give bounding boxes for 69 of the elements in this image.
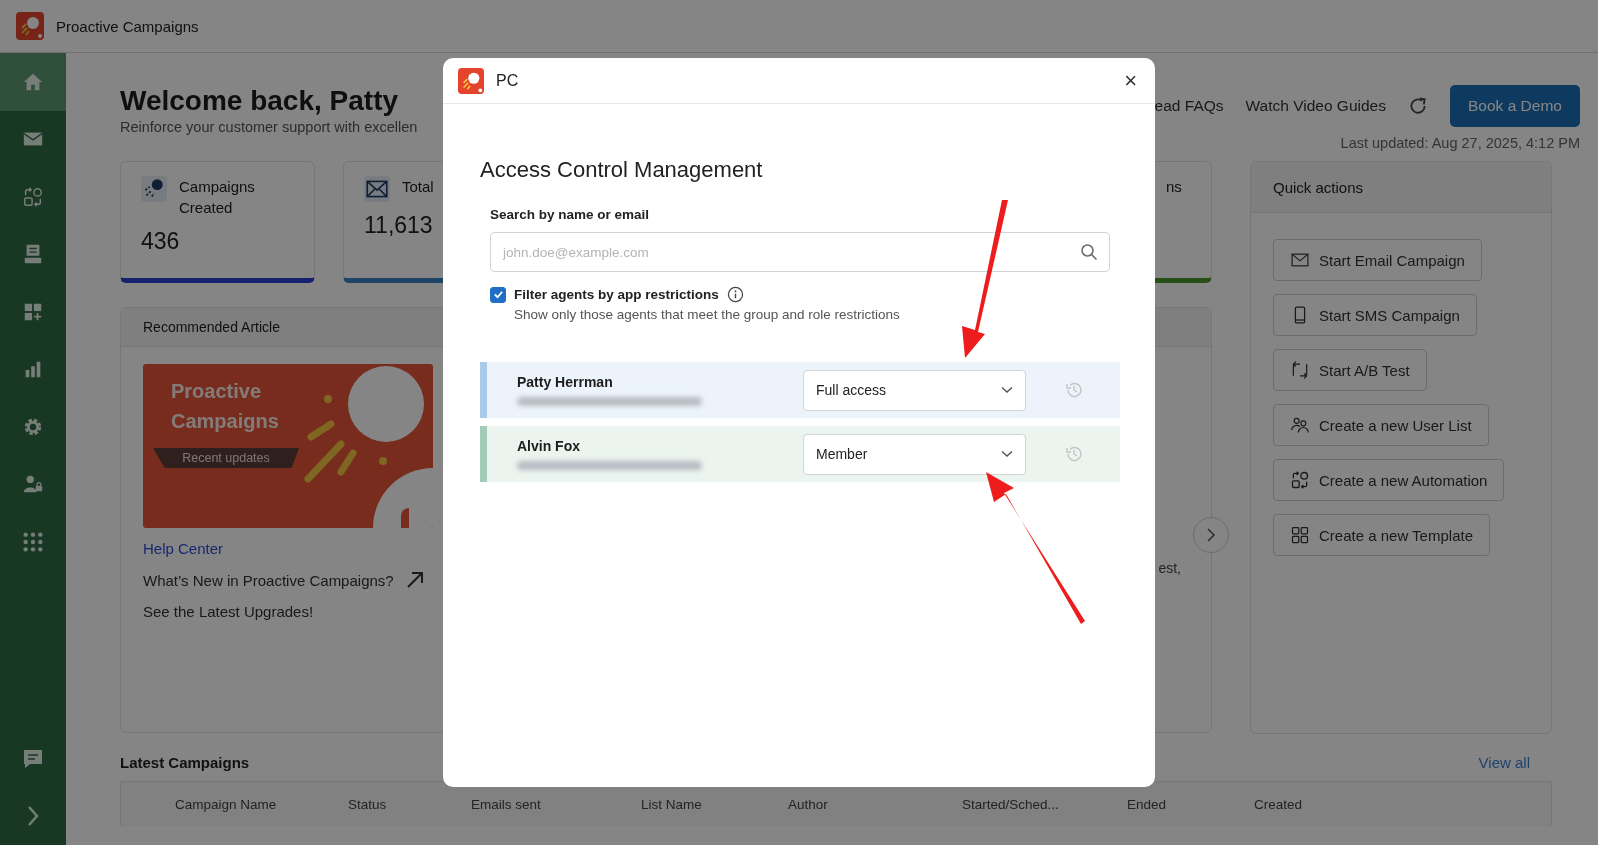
external-link-icon bbox=[405, 571, 424, 589]
panel-title: Recommended Article bbox=[143, 319, 280, 335]
page-title: Welcome back, Patty bbox=[120, 85, 400, 117]
grid-icon bbox=[1290, 525, 1310, 545]
banner-title: Proactive Campaigns bbox=[171, 379, 280, 434]
article-banner[interactable]: Proactive Campaigns Recent updates bbox=[143, 364, 433, 528]
filter-checkbox[interactable] bbox=[490, 286, 506, 303]
column-header: Created bbox=[1254, 796, 1304, 812]
header-link[interactable]: ead FAQs bbox=[1154, 97, 1224, 115]
header-link[interactable]: Watch Video Guides bbox=[1245, 97, 1386, 115]
comet-icon bbox=[141, 176, 167, 202]
filter-hint: Show only those agents that meet the group and role restrictions bbox=[514, 307, 901, 322]
chevron-down-icon bbox=[1001, 450, 1013, 458]
quick-action-button[interactable]: Start SMS Campaign bbox=[1273, 294, 1477, 336]
checkmark-icon bbox=[492, 289, 504, 300]
panel-title: Quick actions bbox=[1273, 178, 1364, 196]
stat-label: Total bbox=[402, 177, 434, 197]
column-header: Started/Sched... bbox=[962, 796, 1060, 812]
quick-action-button[interactable]: Create a new Automation bbox=[1273, 459, 1505, 501]
filter-label: Filter agents by app restrictions bbox=[514, 287, 719, 302]
app-logo-icon bbox=[16, 12, 44, 40]
column-header: Author bbox=[788, 796, 829, 812]
role-select[interactable]: Full access bbox=[803, 369, 1026, 411]
sidebar-item[interactable] bbox=[0, 53, 66, 111]
apps-icon bbox=[22, 530, 44, 553]
users-icon bbox=[1290, 415, 1310, 435]
quick-action-button[interactable]: Start A/B Test bbox=[1273, 349, 1427, 391]
view-all-link[interactable]: View all bbox=[1478, 754, 1530, 771]
app-title: Proactive Campaigns bbox=[56, 17, 199, 35]
chevron-icon bbox=[1205, 528, 1217, 542]
column-header: Emails sent bbox=[471, 796, 542, 812]
search-icon bbox=[1080, 243, 1098, 261]
close-button[interactable]: × bbox=[1120, 69, 1141, 92]
article-text: est, bbox=[1158, 560, 1181, 576]
dialog-heading: Access Control Management bbox=[480, 157, 764, 183]
envelope-icon bbox=[364, 176, 390, 202]
role-select[interactable]: Member bbox=[803, 433, 1026, 475]
stat-label: Campaigns Created bbox=[179, 177, 256, 218]
column-header: Campaign Name bbox=[175, 796, 278, 812]
stack-icon bbox=[22, 243, 44, 266]
agent-name: Alvin Fox bbox=[517, 438, 581, 454]
quick-action-button[interactable]: Create a new User List bbox=[1273, 404, 1489, 446]
stat-label: ns bbox=[1166, 177, 1182, 197]
article-link[interactable]: What’s New in Proactive Campaigns? bbox=[143, 571, 394, 589]
search-label: Search by name or email bbox=[490, 207, 651, 222]
book-demo-button[interactable]: Book a Demo bbox=[1450, 85, 1580, 127]
app-logo-icon bbox=[458, 67, 484, 94]
stat-value: 11,613 bbox=[364, 212, 433, 239]
section-title: Latest Campaigns bbox=[120, 754, 250, 771]
refresh-icon[interactable] bbox=[1408, 96, 1428, 116]
quick-action-button[interactable]: Create a new Template bbox=[1273, 514, 1490, 556]
search-field[interactable]: john.doe@example.com bbox=[490, 232, 1110, 272]
agent-name: Patty Herrman bbox=[517, 374, 614, 390]
column-header: Status bbox=[348, 796, 388, 812]
banner-tag: Recent updates bbox=[153, 448, 299, 468]
stat-value: 436 bbox=[141, 228, 180, 255]
chevron-down-icon bbox=[1001, 386, 1013, 394]
page-subtitle: Reinforce your customer support with excellen bbox=[120, 119, 418, 135]
last-updated: Last updated: Aug 27, 2025, 4:12 PM bbox=[1340, 135, 1580, 151]
automation-icon bbox=[1290, 470, 1310, 490]
column-header: List Name bbox=[641, 796, 703, 812]
article-link[interactable]: See the Latest Upgrades! bbox=[143, 603, 314, 620]
info-icon[interactable] bbox=[726, 286, 744, 303]
next-button[interactable] bbox=[1193, 517, 1229, 553]
swap-arrows-icon bbox=[1290, 360, 1310, 380]
quick-action-button[interactable]: Start Email Campaign bbox=[1273, 239, 1482, 281]
dialog-title: PC bbox=[496, 71, 520, 90]
column-header: Ended bbox=[1127, 796, 1168, 812]
automation-icon bbox=[22, 185, 44, 208]
